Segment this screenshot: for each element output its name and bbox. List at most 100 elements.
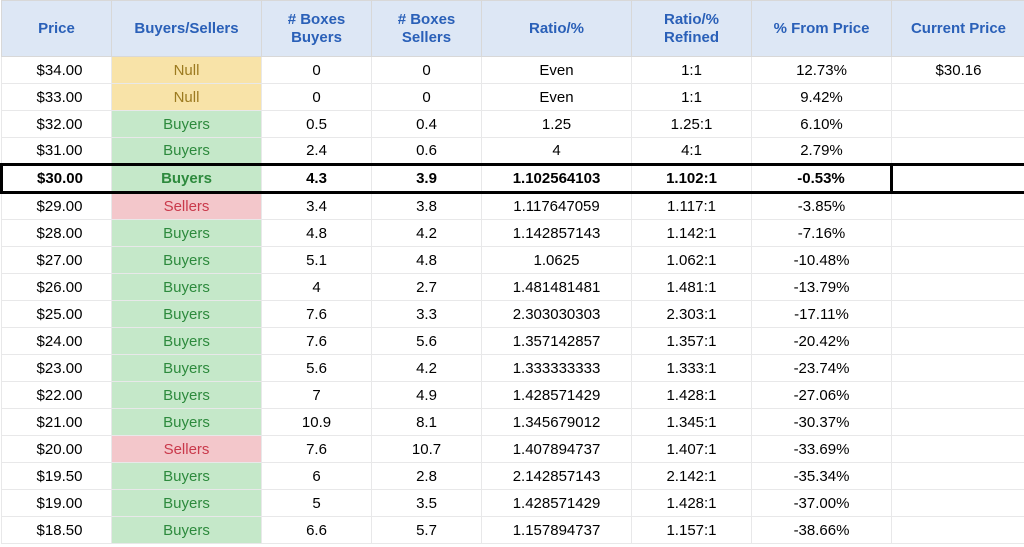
cell-boxes-sellers: 0.4 — [372, 111, 482, 138]
cell-ratio-refined: 1.407:1 — [632, 436, 752, 463]
table-row: $27.00Buyers5.14.81.06251.062:1-10.48% — [2, 247, 1024, 274]
header-boxes-buyers: # Boxes Buyers — [262, 1, 372, 57]
header-row: Price Buyers/Sellers # Boxes Buyers # Bo… — [2, 1, 1024, 57]
cell-ratio: 1.345679012 — [482, 409, 632, 436]
cell-ratio-refined: 1:1 — [632, 57, 752, 84]
cell-boxes-sellers: 5.7 — [372, 517, 482, 544]
table-row: $18.50Buyers6.65.71.1578947371.157:1-38.… — [2, 517, 1024, 544]
cell-price: $27.00 — [2, 247, 112, 274]
cell-pct-from-price: -0.53% — [752, 165, 892, 193]
cell-boxes-sellers: 3.5 — [372, 490, 482, 517]
cell-current-price — [892, 193, 1024, 220]
cell-price: $21.00 — [2, 409, 112, 436]
cell-buyers-sellers: Buyers — [112, 328, 262, 355]
cell-buyers-sellers: Buyers — [112, 517, 262, 544]
cell-buyers-sellers: Sellers — [112, 193, 262, 220]
cell-boxes-sellers: 0 — [372, 57, 482, 84]
table-row: $33.00Null00Even1:19.42% — [2, 84, 1024, 111]
cell-boxes-sellers: 4.2 — [372, 220, 482, 247]
cell-price: $22.00 — [2, 382, 112, 409]
cell-pct-from-price: -23.74% — [752, 355, 892, 382]
cell-boxes-sellers: 8.1 — [372, 409, 482, 436]
cell-pct-from-price: -35.34% — [752, 463, 892, 490]
cell-buyers-sellers: Sellers — [112, 436, 262, 463]
cell-boxes-buyers: 10.9 — [262, 409, 372, 436]
cell-pct-from-price: -27.06% — [752, 382, 892, 409]
cell-current-price — [892, 165, 1024, 193]
table-row: $25.00Buyers7.63.32.3030303032.303:1-17.… — [2, 301, 1024, 328]
table-row: $20.00Sellers7.610.71.4078947371.407:1-3… — [2, 436, 1024, 463]
table-row: $24.00Buyers7.65.61.3571428571.357:1-20.… — [2, 328, 1024, 355]
table-row: $30.00Buyers4.33.91.1025641031.102:1-0.5… — [2, 165, 1024, 193]
cell-boxes-sellers: 4.9 — [372, 382, 482, 409]
cell-boxes-buyers: 7.6 — [262, 436, 372, 463]
cell-pct-from-price: 12.73% — [752, 57, 892, 84]
cell-current-price — [892, 247, 1024, 274]
cell-ratio: 2.142857143 — [482, 463, 632, 490]
cell-ratio-refined: 1.481:1 — [632, 274, 752, 301]
cell-ratio: 1.117647059 — [482, 193, 632, 220]
cell-ratio: 1.407894737 — [482, 436, 632, 463]
cell-ratio-refined: 4:1 — [632, 138, 752, 165]
header-price: Price — [2, 1, 112, 57]
cell-pct-from-price: -30.37% — [752, 409, 892, 436]
cell-price: $19.50 — [2, 463, 112, 490]
cell-current-price — [892, 138, 1024, 165]
cell-ratio-refined: 1.157:1 — [632, 517, 752, 544]
cell-current-price: $30.16 — [892, 57, 1024, 84]
cell-pct-from-price: 6.10% — [752, 111, 892, 138]
cell-buyers-sellers: Buyers — [112, 220, 262, 247]
cell-price: $24.00 — [2, 328, 112, 355]
cell-buyers-sellers: Buyers — [112, 355, 262, 382]
cell-pct-from-price: 9.42% — [752, 84, 892, 111]
cell-price: $28.00 — [2, 220, 112, 247]
cell-boxes-sellers: 5.6 — [372, 328, 482, 355]
cell-pct-from-price: 2.79% — [752, 138, 892, 165]
cell-current-price — [892, 355, 1024, 382]
cell-ratio: 2.303030303 — [482, 301, 632, 328]
cell-price: $20.00 — [2, 436, 112, 463]
cell-pct-from-price: -33.69% — [752, 436, 892, 463]
table-row: $28.00Buyers4.84.21.1428571431.142:1-7.1… — [2, 220, 1024, 247]
header-current-price: Current Price — [892, 1, 1024, 57]
header-buyers-sellers: Buyers/Sellers — [112, 1, 262, 57]
cell-current-price — [892, 409, 1024, 436]
cell-current-price — [892, 463, 1024, 490]
cell-boxes-sellers: 3.8 — [372, 193, 482, 220]
cell-boxes-buyers: 6 — [262, 463, 372, 490]
cell-buyers-sellers: Null — [112, 84, 262, 111]
header-ratio-refined: Ratio/% Refined — [632, 1, 752, 57]
cell-buyers-sellers: Buyers — [112, 138, 262, 165]
cell-price: $33.00 — [2, 84, 112, 111]
table-row: $21.00Buyers10.98.11.3456790121.345:1-30… — [2, 409, 1024, 436]
cell-boxes-sellers: 2.7 — [372, 274, 482, 301]
cell-buyers-sellers: Buyers — [112, 301, 262, 328]
table-row: $31.00Buyers2.40.644:12.79% — [2, 138, 1024, 165]
cell-price: $19.00 — [2, 490, 112, 517]
table-row: $19.50Buyers62.82.1428571432.142:1-35.34… — [2, 463, 1024, 490]
cell-pct-from-price: -7.16% — [752, 220, 892, 247]
cell-boxes-buyers: 4 — [262, 274, 372, 301]
cell-boxes-buyers: 7 — [262, 382, 372, 409]
cell-boxes-sellers: 10.7 — [372, 436, 482, 463]
table-row: $23.00Buyers5.64.21.3333333331.333:1-23.… — [2, 355, 1024, 382]
cell-buyers-sellers: Buyers — [112, 274, 262, 301]
cell-boxes-sellers: 4.2 — [372, 355, 482, 382]
cell-ratio: 1.428571429 — [482, 382, 632, 409]
cell-ratio: 1.102564103 — [482, 165, 632, 193]
cell-ratio: 1.142857143 — [482, 220, 632, 247]
cell-buyers-sellers: Buyers — [112, 111, 262, 138]
header-pct-from-price: % From Price — [752, 1, 892, 57]
cell-boxes-buyers: 0 — [262, 84, 372, 111]
table-row: $29.00Sellers3.43.81.1176470591.117:1-3.… — [2, 193, 1024, 220]
cell-price: $34.00 — [2, 57, 112, 84]
cell-buyers-sellers: Buyers — [112, 247, 262, 274]
cell-boxes-buyers: 5.6 — [262, 355, 372, 382]
cell-price: $31.00 — [2, 138, 112, 165]
cell-ratio-refined: 1.062:1 — [632, 247, 752, 274]
cell-pct-from-price: -13.79% — [752, 274, 892, 301]
cell-ratio: 1.157894737 — [482, 517, 632, 544]
cell-ratio: 4 — [482, 138, 632, 165]
cell-ratio: 1.0625 — [482, 247, 632, 274]
cell-boxes-sellers: 3.3 — [372, 301, 482, 328]
